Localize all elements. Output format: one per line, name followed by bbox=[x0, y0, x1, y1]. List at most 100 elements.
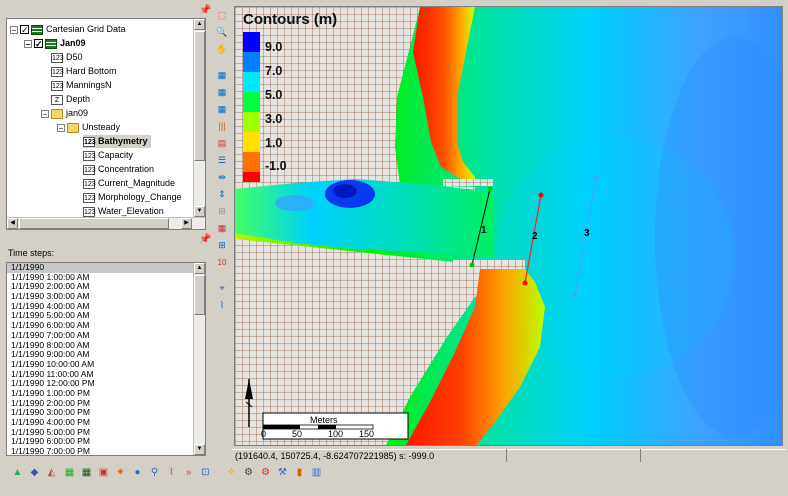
mesh-module-icon[interactable]: ▲ bbox=[10, 465, 25, 480]
tree-item-current-magnitude[interactable]: 123 Current_Magnitude bbox=[83, 177, 175, 190]
tree-item-label: Concentration bbox=[98, 164, 155, 174]
project-explorer-tree[interactable]: − ✓ Cartesian Grid Data − ✓ Jan09 123 D5… bbox=[6, 18, 206, 230]
profile-module-icon[interactable]: ⌇ bbox=[164, 465, 179, 480]
observation-arc-tool-icon[interactable]: ⌇ bbox=[214, 298, 230, 313]
tree-item-label: jan09 bbox=[66, 108, 89, 118]
particle-module-icon[interactable]: ✷ bbox=[113, 465, 128, 480]
collapse-toggle[interactable]: − bbox=[41, 109, 49, 118]
legend-label: 9.0 bbox=[265, 40, 283, 54]
time-steps-list[interactable]: 1/1/1990 1/1/1990 1:00:00 AM 1/1/1990 2:00… bbox=[6, 262, 206, 456]
tin-module-icon[interactable]: ◭ bbox=[44, 465, 59, 480]
observation-line-label: 1 bbox=[481, 225, 487, 236]
cell-attributes-tool-icon[interactable]: ▦ bbox=[214, 221, 230, 236]
scroll-right-arrow-icon[interactable]: ▶ bbox=[181, 218, 192, 229]
quadtree-module-icon[interactable]: ⊡ bbox=[198, 465, 213, 480]
tree-item-label: Capacity bbox=[98, 150, 134, 160]
feature-point-tool-icon[interactable]: ⌖ bbox=[214, 281, 230, 296]
tree-item-depth[interactable]: Z Depth bbox=[51, 93, 90, 106]
visibility-checkbox[interactable]: ✓ bbox=[34, 39, 43, 49]
tree-item-cartesian-grid-data[interactable]: − ✓ Cartesian Grid Data bbox=[10, 23, 126, 36]
tree-item-label: Depth bbox=[66, 94, 91, 104]
map-module-icon[interactable]: ⚲ bbox=[147, 465, 162, 480]
map-view[interactable]: Contours (m) 9.0 7.0 5.0 3.0 1.0 -1.0 1 … bbox=[234, 6, 783, 446]
legend-label: -1.0 bbox=[265, 159, 287, 173]
display-options-icon[interactable]: ⚙ bbox=[258, 465, 273, 480]
globe-module-icon[interactable]: ● bbox=[130, 465, 145, 480]
tree-item-jan09-folder[interactable]: − jan09 bbox=[41, 107, 88, 120]
tree-item-label: D50 bbox=[66, 52, 83, 62]
scale-tick-label: 0 bbox=[261, 429, 267, 439]
select-tool-icon[interactable]: ⬚ bbox=[214, 8, 230, 23]
observation-line-label: 3 bbox=[584, 228, 590, 239]
tree-item-hard-bottom[interactable]: 123 Hard Bottom bbox=[51, 65, 117, 78]
contour-map[interactable] bbox=[235, 7, 783, 446]
grid-module-icon[interactable]: ▦ bbox=[79, 465, 94, 480]
merge-cells-tool-icon[interactable]: ⊞ bbox=[214, 204, 230, 219]
legend-title: Contours (m) bbox=[243, 11, 338, 28]
legend-label: 7.0 bbox=[265, 64, 283, 78]
tree-item-manningsn[interactable]: 123 ManningsN bbox=[51, 79, 112, 92]
scroll-up-arrow-icon[interactable]: ▲ bbox=[194, 263, 205, 274]
pin-icon[interactable]: 📌 bbox=[199, 234, 211, 245]
plot-wizard-icon[interactable]: ▮ bbox=[292, 465, 307, 480]
stretch-horizontal-tool-icon[interactable]: ⇹ bbox=[214, 170, 230, 185]
scatter-module-icon[interactable]: ◆ bbox=[27, 465, 42, 480]
scroll-up-arrow-icon[interactable]: ▲ bbox=[194, 19, 205, 30]
time-step-item[interactable]: 1/1/1990 7:00:00 PM bbox=[7, 446, 205, 455]
time-series-icon[interactable]: ▥ bbox=[309, 465, 324, 480]
stretch-vertical-tool-icon[interactable]: ⇕ bbox=[214, 187, 230, 202]
numeric-dataset-icon: 123 bbox=[51, 66, 64, 77]
legend-label: 5.0 bbox=[265, 88, 283, 102]
raster-module-icon[interactable]: ▣ bbox=[96, 465, 111, 480]
scrollbar-thumb[interactable] bbox=[194, 275, 205, 315]
numeric-dataset-icon: 123 bbox=[83, 150, 96, 161]
grid-cell-tool-icon[interactable]: ▦ bbox=[214, 68, 230, 83]
time-steps-rows: 1/1/1990 1/1/1990 1:00:00 AM 1/1/1990 2:00… bbox=[7, 263, 205, 455]
module-toolbar: ▲ ◆ ◭ ▦ ▦ ▣ ✷ ● ⚲ ⌇ » ⊡ ✧ ⚙ ⚙ ⚒ ▮ ▥ bbox=[6, 464, 782, 482]
tree-item-jan09-grid[interactable]: − ✓ Jan09 bbox=[24, 37, 86, 50]
scale-bar-title: Meters bbox=[310, 415, 338, 425]
tree-item-label: ManningsN bbox=[66, 80, 112, 90]
cell-bars-tool-icon[interactable]: ||| bbox=[214, 119, 230, 134]
collapse-toggle[interactable]: − bbox=[24, 39, 32, 48]
refine-grid-tool-icon[interactable]: ⊞ bbox=[214, 238, 230, 253]
light-bulb-icon[interactable]: ✧ bbox=[224, 465, 239, 480]
arrows-module-icon[interactable]: » bbox=[181, 465, 196, 480]
run-model-icon[interactable]: ⚙ bbox=[241, 465, 256, 480]
split-row-tool-icon[interactable]: ☰ bbox=[214, 153, 230, 168]
zoom-tool-icon[interactable]: 🔍 bbox=[214, 25, 230, 40]
scroll-down-arrow-icon[interactable]: ▼ bbox=[194, 206, 205, 217]
tree-item-concentration[interactable]: 123 Concentration bbox=[83, 163, 154, 176]
tree-horizontal-scrollbar[interactable]: ◀ ▶ bbox=[7, 217, 205, 229]
scrollbar-thumb[interactable] bbox=[194, 31, 205, 161]
pin-icon[interactable]: 📌 bbox=[199, 5, 211, 16]
visibility-checkbox[interactable]: ✓ bbox=[20, 25, 29, 35]
tree-item-bathymetry[interactable]: 123 Bathymetry bbox=[83, 135, 151, 148]
tree-item-morphology-change[interactable]: 123 Morphology_Change bbox=[83, 191, 182, 204]
pan-tool-icon[interactable]: ✋ bbox=[214, 42, 230, 57]
collapse-toggle[interactable]: − bbox=[57, 123, 65, 132]
folder-icon bbox=[67, 122, 79, 133]
scrollbar-thumb[interactable] bbox=[19, 218, 169, 229]
cell-edit-tool-icon[interactable]: ▤ bbox=[214, 136, 230, 151]
scroll-down-arrow-icon[interactable]: ▼ bbox=[194, 444, 205, 455]
tree-item-d50[interactable]: 123 D50 bbox=[51, 51, 83, 64]
numeric-dataset-icon: 123 bbox=[83, 164, 96, 175]
contour-options-icon[interactable]: ⚒ bbox=[275, 465, 290, 480]
cartesian-grid-module-icon[interactable]: ▦ bbox=[62, 465, 77, 480]
tree-item-label: Hard Bottom bbox=[66, 66, 117, 76]
time-steps-scrollbar[interactable]: ▲ ▼ bbox=[193, 263, 205, 455]
grid-icon bbox=[45, 38, 57, 49]
grid-column-tool-icon[interactable]: ▦ bbox=[214, 102, 230, 117]
tool-palette: ⬚ 🔍 ✋ ▦ ▦ ▦ ||| ▤ ☰ ⇹ ⇕ ⊞ ▦ ⊞ 10 ⌖ ⌇ bbox=[211, 6, 233, 446]
tree-item-unsteady[interactable]: − Unsteady bbox=[57, 121, 120, 134]
status-bar-coordinates: (191640.4, 150725.4, -8.624707221985) s:… bbox=[232, 449, 786, 462]
tree-vertical-scrollbar[interactable]: ▲ ▼ bbox=[193, 19, 205, 217]
scroll-left-arrow-icon[interactable]: ◀ bbox=[7, 218, 18, 229]
grid-row-tool-icon[interactable]: ▦ bbox=[214, 85, 230, 100]
tree-item-capacity[interactable]: 123 Capacity bbox=[83, 149, 133, 162]
cell-number-tool-icon[interactable]: 10 bbox=[214, 256, 230, 271]
collapse-toggle[interactable]: − bbox=[10, 25, 18, 34]
observation-line-label: 2 bbox=[532, 231, 538, 242]
numeric-dataset-icon: 123 bbox=[83, 178, 96, 189]
